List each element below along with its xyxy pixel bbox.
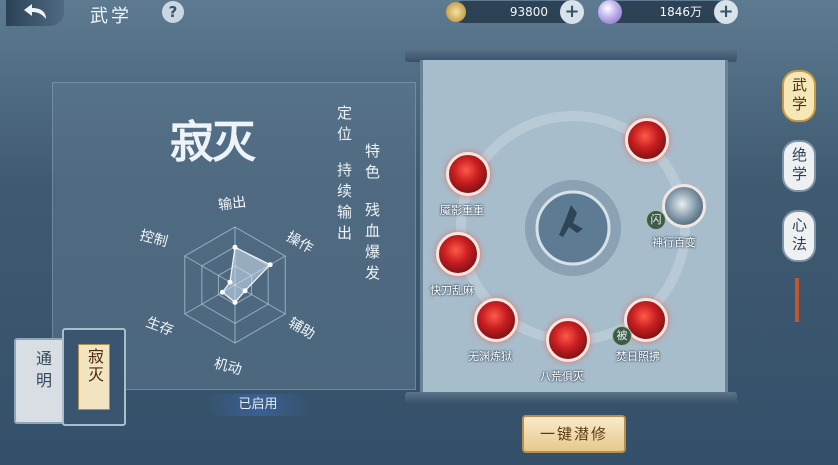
radar-point [242, 288, 248, 294]
book-label-tongming: 通明 [33, 350, 52, 394]
trait-value: 残血爆发 [363, 202, 381, 286]
scroll-rod-bottom [405, 392, 737, 404]
skill-name-7: 焚日照拂 [616, 350, 660, 363]
skill-orb-6[interactable] [546, 318, 590, 362]
skill-orb-2[interactable] [446, 152, 490, 196]
radar-value-shape [221, 246, 272, 304]
tab-martial-arts[interactable]: 武学 [782, 70, 816, 122]
page-title: 武学 [90, 6, 132, 27]
tassel-decoration [795, 278, 799, 322]
skill-orb-1[interactable] [625, 118, 669, 162]
enabled-status: 已启用 [206, 394, 310, 416]
dodge-tag: 闪 [646, 210, 666, 230]
skill-orb-4[interactable] [436, 232, 480, 276]
skill-name-3: 神行百变 [652, 236, 696, 249]
one-click-cultivate-button[interactable]: 一键潜修 [522, 415, 626, 453]
trait-label: 特色 [363, 143, 381, 185]
radar-point [227, 279, 233, 285]
currency-pearl: 1846万 + [598, 0, 738, 24]
add-pearl-button[interactable]: + [714, 0, 738, 24]
back-arrow-icon [24, 4, 46, 19]
school-book-jimie[interactable]: 寂灭 [62, 328, 126, 426]
skill-orb-5[interactable] [474, 298, 518, 342]
add-copper-button[interactable]: + [560, 0, 584, 24]
copper-value: 93800 [509, 5, 548, 19]
radar-point [219, 289, 225, 295]
radar-point [232, 299, 238, 305]
pearl-icon [598, 0, 622, 24]
skill-name-4: 快刀乱麻 [430, 284, 474, 297]
pearl-value: 1846万 [659, 5, 702, 19]
skill-name-5: 无渊炼狱 [468, 350, 512, 363]
currency-copper: 93800 + [446, 0, 584, 24]
radar-point [232, 244, 238, 250]
tab-ultimate-arts[interactable]: 绝学 [782, 140, 816, 192]
copper-coin-icon [446, 2, 466, 22]
book-label-jimie: 寂灭 [85, 348, 104, 384]
radar-point [267, 262, 273, 268]
attribute-radar-chart [184, 226, 286, 344]
skill-name-2: 魇影重重 [440, 204, 484, 217]
role-value: 持续输出 [335, 162, 353, 246]
help-button[interactable]: ? [162, 1, 184, 23]
back-button[interactable] [6, 0, 64, 26]
tab-mental-methods[interactable]: 心法 [782, 210, 816, 262]
skill-orb-3[interactable] [662, 184, 706, 228]
radar-label-output: 输出 [217, 194, 248, 214]
school-name: 寂灭 [170, 117, 256, 168]
passive-tag: 被 [612, 326, 632, 346]
role-label: 定位 [335, 105, 353, 147]
skill-name-6: 八荒俱灭 [540, 370, 584, 383]
